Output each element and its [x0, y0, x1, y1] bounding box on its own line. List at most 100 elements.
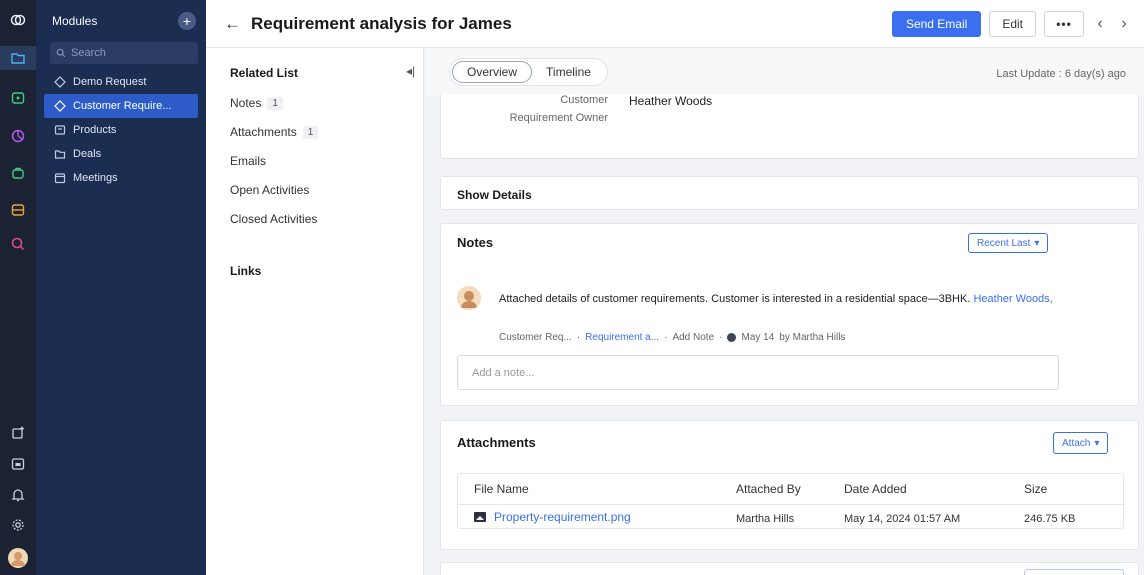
header-actions: Send Email Edit ••• ‹ ›: [891, 11, 1132, 37]
attachments-card: Attachments Attach ▾ File Name Attached …: [440, 420, 1139, 550]
sidebar-item-label: Demo Request: [73, 76, 147, 88]
related-item-label: Attachments: [230, 125, 297, 139]
sidebar-item-deals[interactable]: Deals: [44, 142, 198, 166]
note-meta: Customer Req... · Requirement a... · Add…: [499, 332, 846, 343]
related-item-closed-activities[interactable]: Closed Activities: [230, 212, 317, 226]
box-icon: [54, 125, 66, 135]
folder-icon: [54, 150, 66, 159]
search-icon: [56, 48, 66, 58]
box-icon[interactable]: [0, 198, 36, 222]
settings-icon[interactable]: [0, 513, 36, 537]
record-fields-card: Customer Heather Woods Requirement Owner: [440, 94, 1139, 159]
modules-search-input[interactable]: Search: [50, 42, 198, 64]
calendar-icon: [54, 173, 66, 184]
note-mention-link[interactable]: Heather Woods,: [973, 293, 1052, 305]
icon-rail: [0, 0, 36, 575]
attach-label: Attach: [1062, 437, 1091, 449]
bag-icon[interactable]: [0, 161, 36, 185]
user-avatar[interactable]: [0, 546, 36, 570]
sidebar-item-label: Customer Require...: [73, 100, 172, 112]
count-badge: 1: [267, 96, 283, 110]
clock-icon: [727, 333, 737, 342]
diamond-icon: [54, 76, 66, 88]
back-arrow-icon[interactable]: ←: [224, 14, 241, 34]
show-details-card[interactable]: Show Details: [440, 176, 1139, 210]
links-heading[interactable]: Links: [230, 264, 261, 278]
add-module-button[interactable]: +: [178, 12, 196, 30]
diamond-icon: [54, 100, 66, 112]
sidebar-item-meetings[interactable]: Meetings: [44, 166, 198, 190]
next-section-card: [440, 562, 1139, 575]
sort-label: Recent Last: [977, 237, 1031, 249]
related-item-notes[interactable]: Notes 1: [230, 96, 283, 110]
modules-list: Demo Request Customer Require... Product…: [36, 70, 206, 190]
note-action: Add Note: [672, 332, 715, 343]
sidebar-item-label: Meetings: [73, 172, 118, 184]
previous-record-icon[interactable]: ‹: [1092, 15, 1108, 33]
send-email-button[interactable]: Send Email: [891, 11, 982, 37]
attached-by: Martha Hills: [736, 513, 795, 525]
collapse-panel-icon[interactable]: ◂|: [406, 64, 415, 78]
analytics-icon[interactable]: [0, 232, 36, 256]
last-update-text: Last Update : 6 day(s) ago: [996, 68, 1126, 80]
related-list-panel: Related List ◂| Notes 1 Attachments 1 Em…: [206, 48, 424, 575]
page-title: Requirement analysis for James: [251, 13, 512, 33]
record-main: Overview Timeline Last Update : 6 day(s)…: [425, 48, 1144, 575]
note-author-avatar: [457, 286, 481, 310]
chart-icon[interactable]: [0, 124, 36, 148]
sidebar-item-label: Deals: [73, 148, 102, 160]
related-item-open-activities[interactable]: Open Activities: [230, 183, 309, 197]
related-item-emails[interactable]: Emails: [230, 154, 266, 168]
note-author: by Martha Hills: [779, 332, 846, 343]
folder-icon[interactable]: [0, 46, 36, 70]
related-item-attachments[interactable]: Attachments 1: [230, 125, 319, 139]
chevron-down-icon: ▾: [1034, 237, 1040, 249]
chevron-down-icon: ▾: [1094, 437, 1100, 449]
column-header: File Name: [474, 482, 529, 496]
related-item-label: Closed Activities: [230, 212, 318, 226]
count-badge: 1: [302, 125, 319, 139]
screen-icon[interactable]: [0, 452, 36, 476]
related-item-label: Open Activities: [230, 183, 310, 197]
related-item-label: Emails: [230, 154, 267, 168]
notes-sort-dropdown[interactable]: Recent Last ▾: [968, 233, 1049, 253]
column-header: Date Added: [844, 482, 907, 496]
more-options-button[interactable]: •••: [1044, 11, 1084, 37]
sidebar-item-demo-request[interactable]: Demo Request: [44, 70, 198, 94]
customer-value[interactable]: Heather Woods: [629, 94, 712, 108]
calendar-icon[interactable]: [0, 86, 36, 110]
app-logo-icon[interactable]: [0, 8, 36, 32]
header-divider: [458, 504, 1123, 505]
modules-sidebar: Modules + Search Demo Request Customer R…: [36, 0, 206, 575]
file-link[interactable]: Property-requirement.png: [474, 510, 631, 524]
sidebar-item-customer-requirements[interactable]: Customer Require...: [44, 94, 198, 118]
file-name: Property-requirement.png: [494, 510, 631, 524]
tab-timeline[interactable]: Timeline: [532, 61, 605, 83]
note-body: Attached details of customer requirement…: [499, 292, 1059, 307]
column-header: Size: [1024, 482, 1048, 496]
note-text: Attached details of customer requirement…: [499, 293, 971, 305]
edit-button[interactable]: Edit: [989, 11, 1036, 37]
image-file-icon: [474, 512, 486, 522]
note-module: Customer Req...: [499, 332, 572, 343]
requirement-owner-label: Requirement Owner: [509, 112, 608, 124]
view-tabs: Overview Timeline: [449, 58, 608, 86]
customer-label: Customer: [560, 94, 608, 106]
record-header: ← Requirement analysis for James Send Em…: [206, 0, 1144, 48]
file-size: 246.75 KB: [1024, 513, 1076, 525]
tab-overview[interactable]: Overview: [452, 61, 533, 83]
attach-dropdown[interactable]: Attach ▾: [1053, 432, 1109, 454]
note-date: May 14: [741, 332, 775, 343]
next-record-icon[interactable]: ›: [1116, 15, 1132, 33]
modules-title: Modules: [52, 14, 98, 28]
attachments-table: File Name Attached By Date Added Size Pr…: [457, 473, 1124, 529]
add-record-icon[interactable]: [0, 421, 36, 445]
section-action-button[interactable]: [1024, 569, 1124, 575]
sidebar-item-products[interactable]: Products: [44, 118, 198, 142]
show-details-toggle[interactable]: Show Details: [457, 188, 532, 202]
add-note-input[interactable]: Add a note...: [457, 355, 1059, 390]
note-record-link[interactable]: Requirement a...: [585, 332, 659, 343]
search-placeholder: Search: [71, 47, 106, 59]
notes-title: Notes: [457, 235, 494, 250]
bell-icon[interactable]: [0, 483, 36, 507]
